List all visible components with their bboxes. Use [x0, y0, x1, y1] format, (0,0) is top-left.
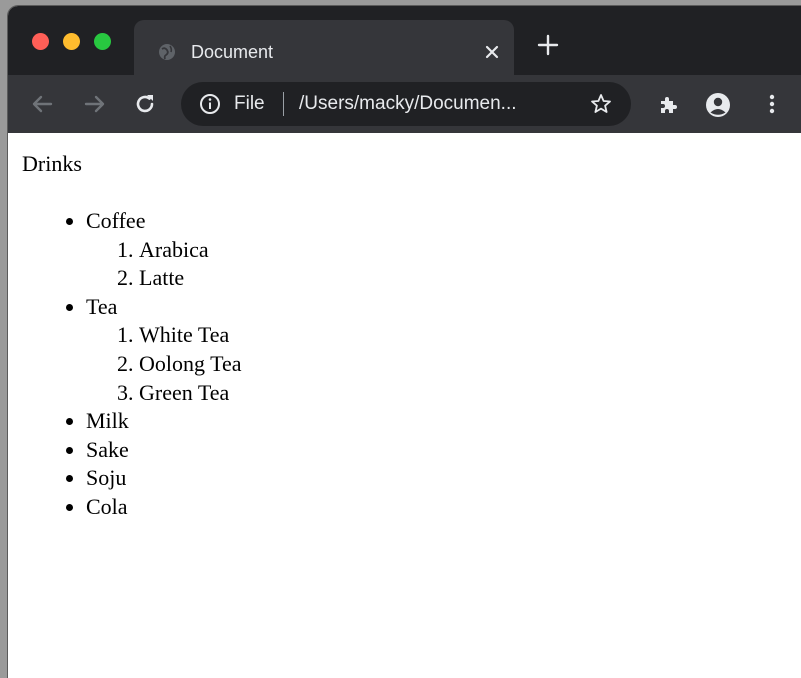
sub-list: Arabica Latte [86, 236, 242, 293]
tab-document[interactable]: Document [134, 20, 514, 75]
back-arrow-icon[interactable] [30, 92, 54, 116]
address-divider [283, 92, 284, 116]
list-item-label: Tea [86, 293, 118, 319]
star-icon[interactable] [589, 92, 613, 116]
address-bar[interactable]: File /Users/macky/Documen... [181, 82, 631, 126]
sub-list-item: Latte [139, 264, 242, 293]
more-menu-icon[interactable] [760, 92, 784, 116]
reload-icon[interactable] [133, 92, 157, 116]
forward-arrow-icon[interactable] [83, 92, 107, 116]
list-item: Milk [86, 407, 242, 436]
globe-icon [158, 43, 176, 61]
sub-list-item: Green Tea [139, 379, 242, 408]
sub-list-item: Arabica [139, 236, 242, 265]
list-item: Tea White Tea Oolong Tea Green Tea [86, 293, 242, 407]
list-item: Soju [86, 464, 242, 493]
page-content: Drinks Coffee Arabica Latte Tea White Te… [8, 133, 801, 678]
tab-strip: Document [8, 6, 801, 75]
info-icon[interactable] [199, 93, 221, 115]
new-tab-icon[interactable] [536, 33, 560, 57]
sub-list: White Tea Oolong Tea Green Tea [86, 321, 242, 407]
list-item: Sake [86, 436, 242, 465]
sub-list-item: White Tea [139, 321, 242, 350]
sub-list-item: Oolong Tea [139, 350, 242, 379]
close-tab-icon[interactable] [480, 40, 504, 64]
scheme-label: File [234, 93, 265, 114]
extensions-icon[interactable] [656, 92, 680, 116]
tab-title: Document [191, 42, 274, 62]
page-heading: Drinks [22, 151, 82, 176]
browser-window: Document File /Users/macky/Documen... Dr… [8, 6, 801, 678]
maximize-window-button[interactable] [94, 33, 111, 50]
drinks-list: Coffee Arabica Latte Tea White Tea Oolon… [8, 207, 242, 522]
list-item: Coffee Arabica Latte [86, 207, 242, 293]
close-window-button[interactable] [32, 33, 49, 50]
list-item: Cola [86, 493, 242, 522]
list-item-label: Coffee [86, 208, 146, 233]
minimize-window-button[interactable] [63, 33, 80, 50]
browser-toolbar: File /Users/macky/Documen... [8, 75, 801, 133]
profile-avatar-icon[interactable] [705, 92, 730, 117]
url-text[interactable]: /Users/macky/Documen... [299, 93, 517, 115]
